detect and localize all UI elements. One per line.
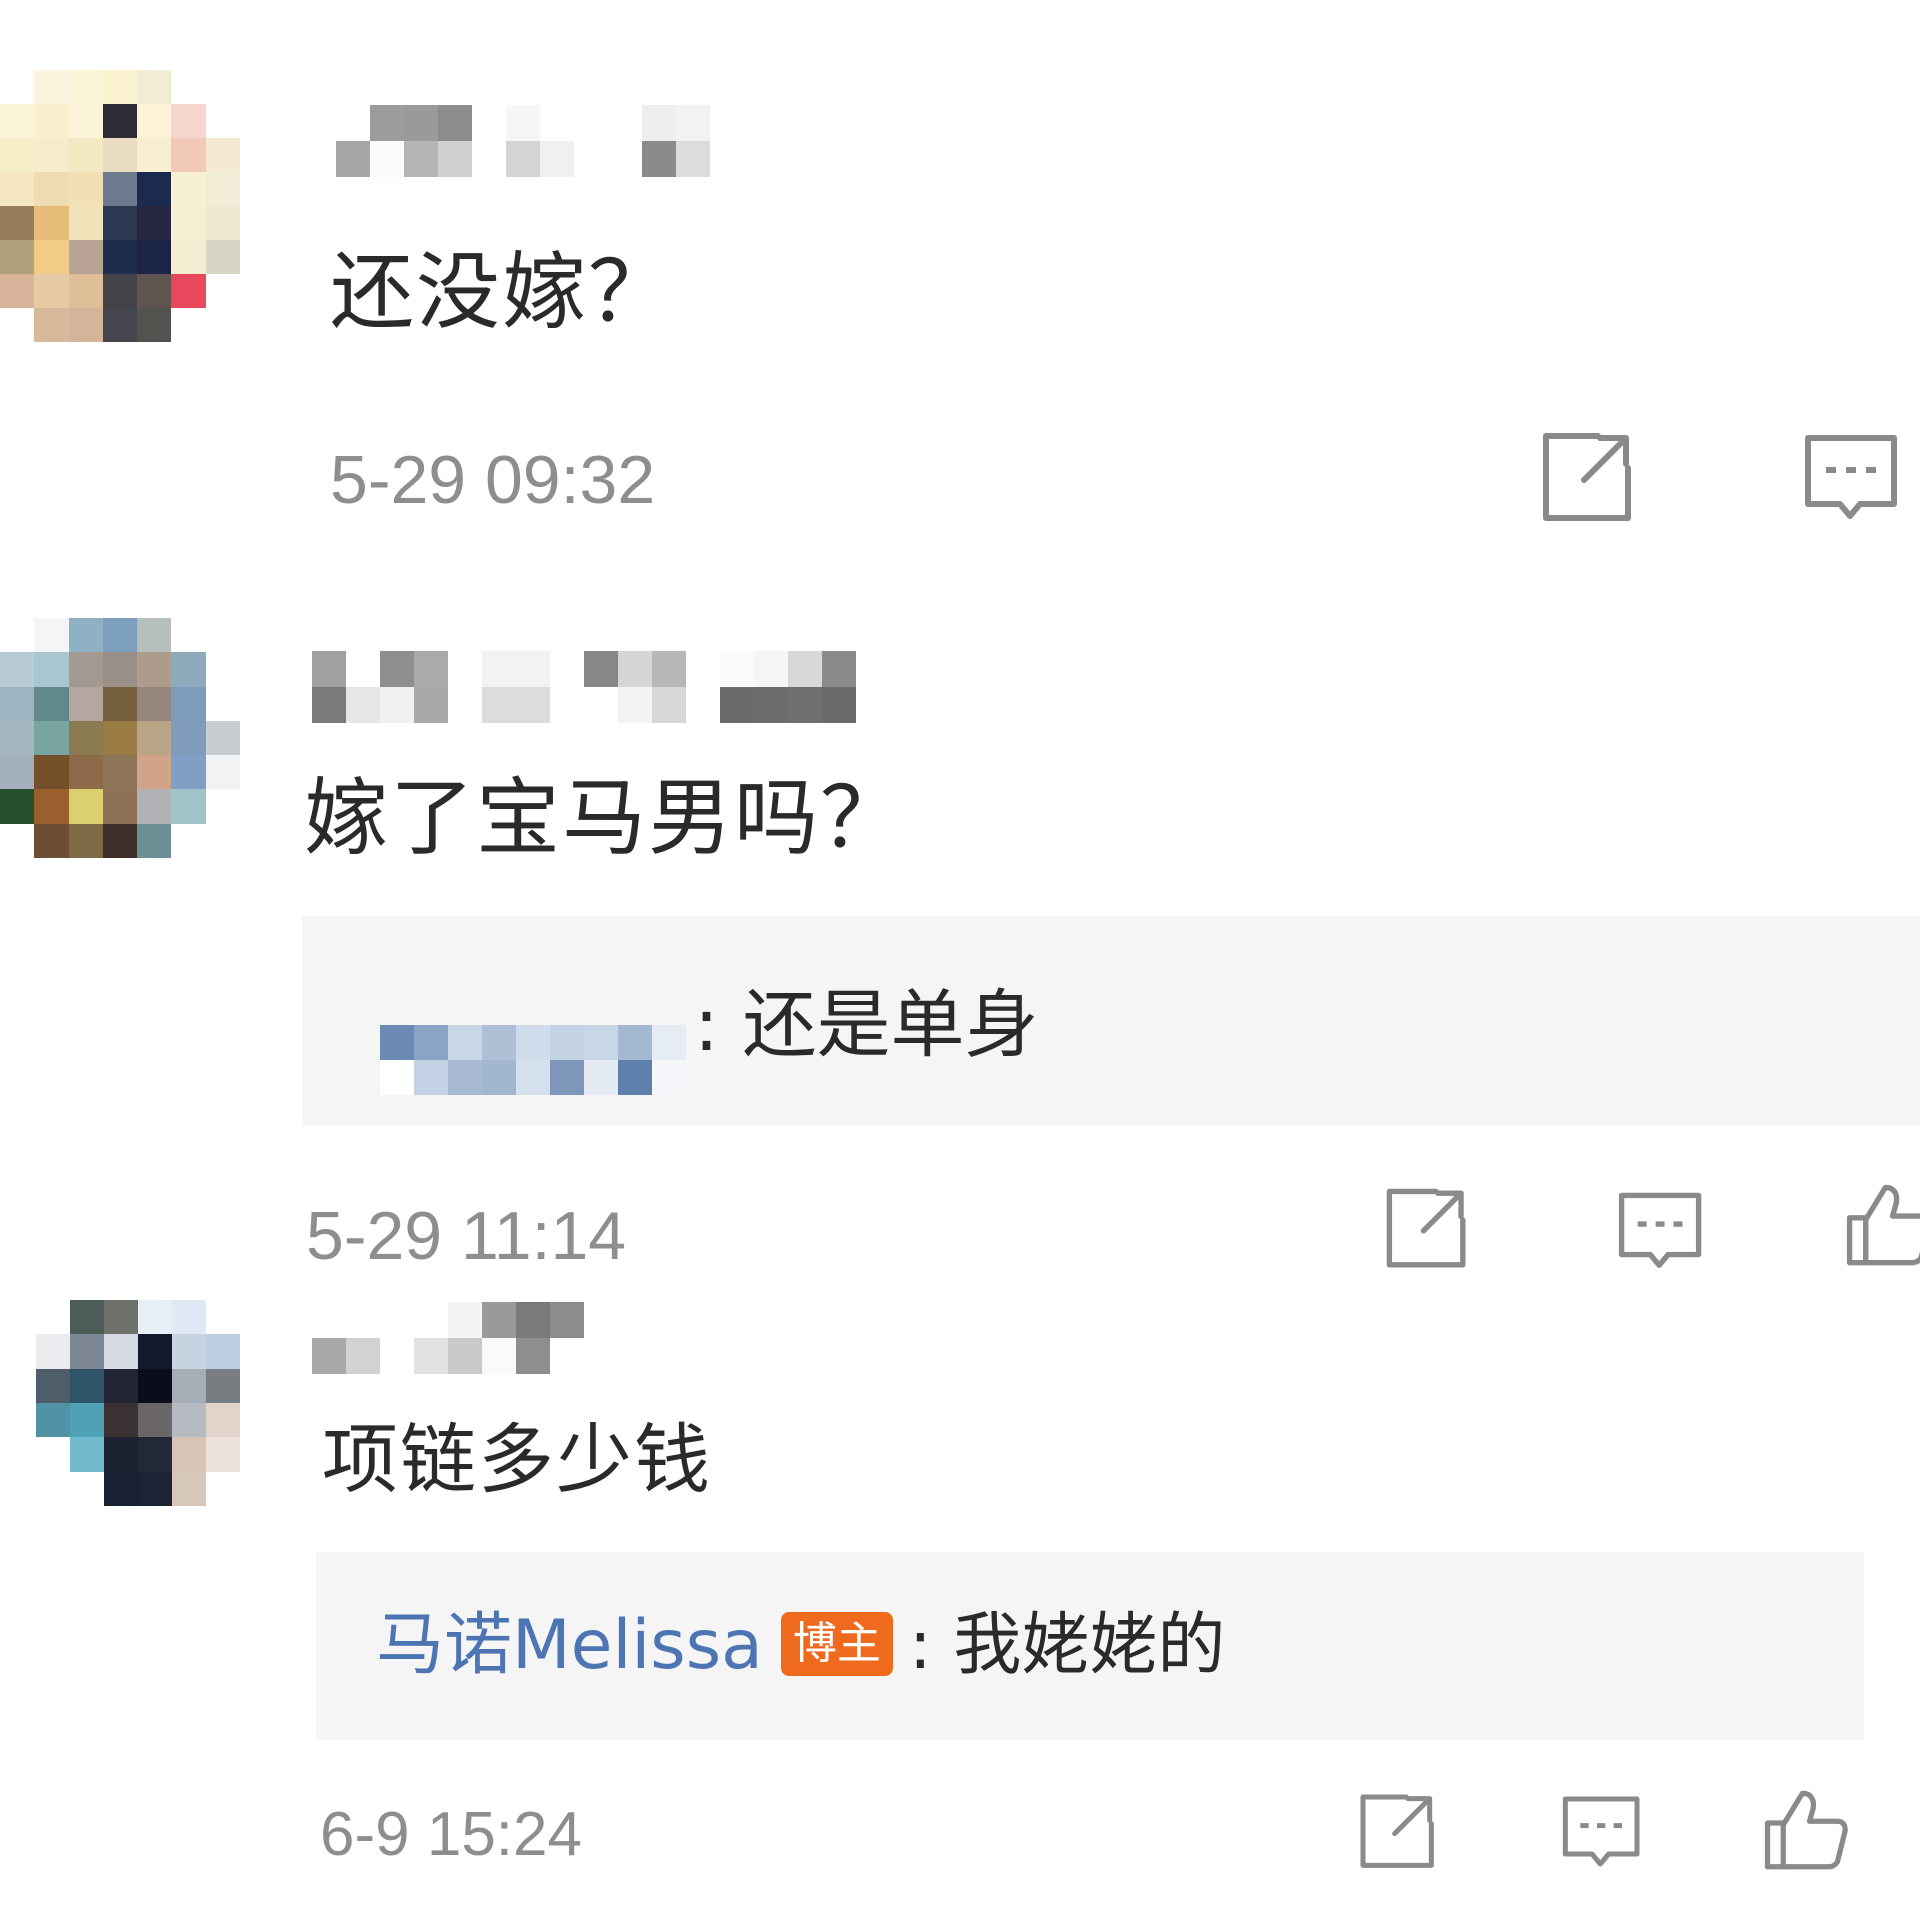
username-blurred[interactable]: [312, 651, 856, 723]
reply-content: 我姥姥的: [953, 1606, 1226, 1685]
share-icon[interactable]: [1540, 430, 1636, 526]
comment-icon[interactable]: [1562, 1794, 1642, 1874]
thumbs-up-icon[interactable]: [1764, 1788, 1848, 1872]
share-icon[interactable]: [1358, 1792, 1438, 1872]
comment-content: 项链多少钱: [322, 1415, 712, 1504]
reply-username-blurred[interactable]: [380, 1025, 686, 1095]
reply-separator: :: [694, 982, 743, 1068]
comment-time: 5-29 11:14: [306, 1198, 627, 1274]
reply-separator: :: [908, 1606, 954, 1685]
reply-username[interactable]: 马诺Melissa: [376, 1606, 763, 1685]
share-icon[interactable]: [1384, 1186, 1470, 1272]
avatar[interactable]: [36, 1300, 240, 1506]
comment-time: 5-29 09:32: [330, 442, 656, 518]
comment-icon[interactable]: [1804, 432, 1900, 528]
comment-icon[interactable]: [1618, 1190, 1704, 1276]
thumbs-up-icon[interactable]: [1846, 1182, 1920, 1268]
comment-item: 还没嫁？ 5-29 09:32: [0, 0, 1920, 560]
blogger-badge: 博主: [780, 1612, 893, 1676]
reply-content: 还是单身: [742, 982, 1039, 1068]
avatar[interactable]: [0, 70, 240, 342]
avatar[interactable]: [0, 618, 240, 858]
comment-time: 6-9 15:24: [320, 1800, 582, 1869]
username-blurred[interactable]: [336, 105, 710, 177]
reply-line: 马诺Melissa 博主: 我姥姥的: [376, 1612, 1225, 1680]
comment-content: 嫁了宝马男吗？: [304, 769, 907, 867]
username-blurred[interactable]: [312, 1302, 584, 1374]
comment-content: 还没嫁？: [330, 243, 675, 341]
reply-line: : 还是单身: [380, 988, 1038, 1095]
